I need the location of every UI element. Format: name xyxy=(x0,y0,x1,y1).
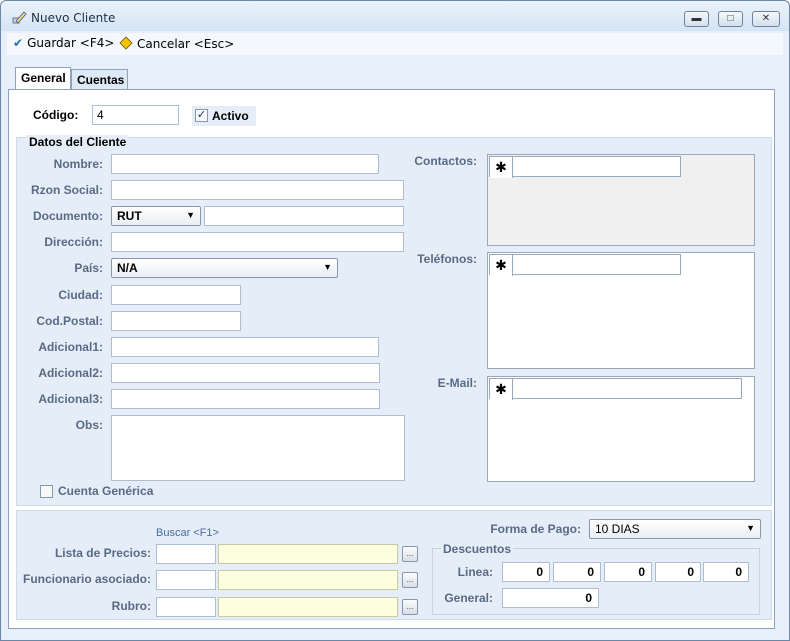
tab-content-general: Código: 4 ✓ Activo Datos del Cliente Nom… xyxy=(8,89,775,629)
funcionario-lookup-button[interactable]: ... xyxy=(402,572,418,588)
adicional2-label: Adicional2: xyxy=(38,366,103,380)
check-icon: ✔ xyxy=(13,36,24,50)
funcionario-desc-input xyxy=(218,570,398,590)
datos-group-label: Datos del Cliente xyxy=(26,135,130,149)
adicional3-input[interactable] xyxy=(111,389,380,409)
cod-postal-input[interactable] xyxy=(111,311,241,331)
contactos-grid[interactable]: ✱ xyxy=(487,154,755,246)
obs-label: Obs: xyxy=(75,418,103,432)
close-button[interactable]: ✕ xyxy=(752,11,780,27)
razon-social-label: Rzon Social: xyxy=(30,183,103,197)
cuenta-generica-label: Cuenta Genérica xyxy=(58,484,154,498)
chevron-down-icon: ▼ xyxy=(746,523,755,533)
adicional1-label: Adicional1: xyxy=(38,340,103,354)
bottom-group: Buscar <F1> Lista de Precios: ... Funcio… xyxy=(16,510,772,620)
chevron-down-icon: ▼ xyxy=(323,262,332,272)
razon-social-input[interactable] xyxy=(111,180,404,200)
general-discount-input[interactable]: 0 xyxy=(502,588,599,608)
documento-input[interactable] xyxy=(204,206,404,226)
cancel-button-label: Cancelar <Esc> xyxy=(137,37,235,51)
activo-label: Activo xyxy=(212,109,249,123)
buscar-hint: Buscar <F1> xyxy=(156,527,219,539)
telefonos-grid[interactable]: ✱ xyxy=(487,252,755,369)
email-label: E-Mail: xyxy=(437,376,477,390)
general-discount-label: General: xyxy=(444,591,493,605)
forma-pago-label: Forma de Pago: xyxy=(490,522,581,536)
direccion-input[interactable] xyxy=(111,232,404,252)
funcionario-code-input[interactable] xyxy=(156,570,216,590)
documento-type-select[interactable]: RUT ▼ xyxy=(111,206,201,226)
email-grid[interactable]: ✱ xyxy=(487,376,755,482)
rubro-label: Rubro: xyxy=(111,599,151,613)
title-bar: Nuevo Cliente ▬ □ ✕ xyxy=(1,1,789,31)
linea-discount-4[interactable]: 0 xyxy=(655,562,701,582)
ciudad-input[interactable] xyxy=(111,285,241,305)
documento-label: Documento: xyxy=(33,209,103,223)
chevron-down-icon: ▼ xyxy=(186,210,195,220)
new-row-icon: ✱ xyxy=(490,379,513,400)
descuentos-group: Descuentos Linea: 0 0 0 0 0 General: 0 xyxy=(432,542,760,615)
cuenta-generica-checkbox[interactable] xyxy=(40,485,53,498)
toolbar: ✔ Guardar <F4> Cancelar <Esc> xyxy=(7,33,783,55)
obs-textarea[interactable] xyxy=(111,415,405,481)
edit-pencil-icon xyxy=(12,11,27,24)
email-new-row[interactable]: ✱ xyxy=(489,378,742,400)
lista-precios-code-input[interactable] xyxy=(156,544,216,564)
new-row-icon: ✱ xyxy=(490,157,513,178)
maximize-button[interactable]: □ xyxy=(718,11,743,27)
rubro-code-input[interactable] xyxy=(156,597,216,617)
linea-discount-2[interactable]: 0 xyxy=(553,562,601,582)
activo-checkbox-wrap[interactable]: ✓ Activo xyxy=(192,106,256,126)
tab-cuentas[interactable]: Cuentas xyxy=(71,69,128,90)
minimize-button[interactable]: ▬ xyxy=(684,11,709,27)
rubro-desc-input xyxy=(218,597,398,617)
forma-pago-select[interactable]: 10 DIAS ▼ xyxy=(589,519,761,539)
save-button[interactable]: ✔ Guardar <F4> xyxy=(13,36,114,50)
codigo-input[interactable]: 4 xyxy=(92,105,179,125)
telefonos-label: Teléfonos: xyxy=(417,252,477,266)
activo-checkbox[interactable]: ✓ xyxy=(195,109,208,122)
pais-value: N/A xyxy=(117,261,138,275)
datos-cliente-group: Datos del Cliente Nombre: Rzon Social: D… xyxy=(16,135,772,506)
contactos-label: Contactos: xyxy=(414,154,477,168)
new-row-icon: ✱ xyxy=(490,255,513,276)
contactos-new-row[interactable]: ✱ xyxy=(489,156,681,178)
pais-select[interactable]: N/A ▼ xyxy=(111,258,338,278)
documento-type-value: RUT xyxy=(117,209,142,223)
lista-precios-desc-input xyxy=(218,544,398,564)
nombre-label: Nombre: xyxy=(53,157,103,171)
direccion-label: Dirección: xyxy=(44,235,103,249)
cancel-sign-icon xyxy=(119,36,133,50)
linea-discount-1[interactable]: 0 xyxy=(502,562,550,582)
client-window: Nuevo Cliente ▬ □ ✕ ✔ Guardar <F4> Cancel… xyxy=(0,0,790,641)
save-button-label: Guardar <F4> xyxy=(27,36,115,50)
tab-general[interactable]: General xyxy=(15,67,71,90)
adicional2-input[interactable] xyxy=(111,363,380,383)
ciudad-label: Ciudad: xyxy=(58,288,103,302)
codigo-label: Código: xyxy=(33,108,79,122)
lista-precios-label: Lista de Precios: xyxy=(54,546,151,560)
linea-discount-3[interactable]: 0 xyxy=(604,562,652,582)
linea-label: Linea: xyxy=(457,565,493,579)
funcionario-label: Funcionario asociado: xyxy=(22,572,151,586)
cod-postal-label: Cod.Postal: xyxy=(36,314,103,328)
adicional3-label: Adicional3: xyxy=(38,392,103,406)
window-title: Nuevo Cliente xyxy=(31,11,116,25)
telefonos-new-row[interactable]: ✱ xyxy=(489,254,681,276)
rubro-lookup-button[interactable]: ... xyxy=(402,599,418,615)
linea-discount-5[interactable]: 0 xyxy=(703,562,749,582)
adicional1-input[interactable] xyxy=(111,337,379,357)
pais-label: País: xyxy=(74,261,103,275)
lista-precios-lookup-button[interactable]: ... xyxy=(402,546,418,562)
nombre-input[interactable] xyxy=(111,154,379,174)
forma-pago-value: 10 DIAS xyxy=(595,522,640,536)
cancel-button[interactable]: Cancelar <Esc> xyxy=(119,36,234,51)
descuentos-label: Descuentos xyxy=(441,542,514,556)
